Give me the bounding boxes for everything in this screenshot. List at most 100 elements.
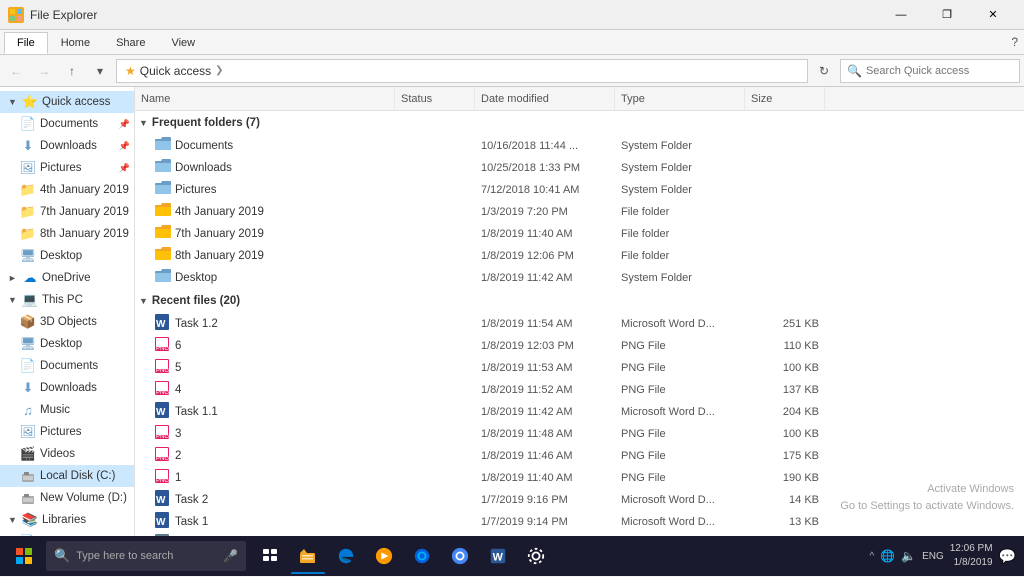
table-row[interactable]: PNG 1 1/8/2019 11:40 AM PNG File 190 KB bbox=[135, 467, 1024, 489]
file-icon bbox=[155, 181, 171, 198]
quick-access-icon: ⭐ bbox=[22, 94, 38, 110]
sidebar-item-jan4[interactable]: 📁 4th January 2019 bbox=[0, 179, 134, 201]
taskbar-network-icon[interactable]: 🌐 bbox=[880, 549, 895, 563]
taskbar-clock[interactable]: 12:06 PM 1/8/2019 bbox=[950, 542, 993, 570]
table-row[interactable]: Downloads 10/25/2018 1:33 PM System Fold… bbox=[135, 157, 1024, 179]
sidebar-item-jan8[interactable]: 📁 8th January 2019 bbox=[0, 223, 134, 245]
address-path[interactable]: ★ Quick access ❯ bbox=[116, 59, 808, 83]
refresh-button[interactable]: ↻ bbox=[812, 59, 836, 83]
minimize-button[interactable]: — bbox=[878, 0, 924, 30]
taskbar-search[interactable]: 🔍 Type here to search 🎤 bbox=[46, 541, 246, 571]
start-button[interactable] bbox=[4, 538, 44, 574]
table-row[interactable]: W Task 1.1 1/8/2019 11:42 AM Microsoft W… bbox=[135, 401, 1024, 423]
recent-locations-button[interactable]: ▾ bbox=[88, 59, 112, 83]
sidebar-item-3dobjects[interactable]: 📦 3D Objects bbox=[0, 311, 134, 333]
tab-view[interactable]: View bbox=[158, 32, 208, 54]
word-taskbar-button[interactable]: W bbox=[480, 538, 516, 574]
onedrive-chevron-icon: ► bbox=[8, 273, 18, 283]
sidebar-item-downloads-pc[interactable]: ⬇ Downloads bbox=[0, 377, 134, 399]
settings-taskbar-button[interactable] bbox=[518, 538, 554, 574]
table-row[interactable]: PNG 5 1/8/2019 11:53 AM PNG File 100 KB bbox=[135, 357, 1024, 379]
col-header-status[interactable]: Status bbox=[395, 87, 475, 110]
sidebar-item-localc[interactable]: Local Disk (C:) bbox=[0, 465, 134, 487]
table-row[interactable]: W Task 1.2 1/8/2019 11:54 AM Microsoft W… bbox=[135, 313, 1024, 335]
app-icon bbox=[8, 7, 24, 23]
section-recent[interactable]: ▼ Recent files (20) bbox=[135, 289, 1024, 313]
tab-home[interactable]: Home bbox=[48, 32, 103, 54]
chrome-taskbar-button[interactable] bbox=[442, 538, 478, 574]
sidebar-item-pictures-pc[interactable]: 🖼 Pictures bbox=[0, 421, 134, 443]
file-name: 1 bbox=[175, 472, 181, 484]
col-header-size[interactable]: Size bbox=[745, 87, 825, 110]
file-name: Task 1.1 bbox=[175, 406, 218, 418]
search-icon: 🔍 bbox=[847, 64, 862, 78]
tab-file[interactable]: File bbox=[4, 32, 48, 54]
section-frequent[interactable]: ▼ Frequent folders (7) bbox=[135, 111, 1024, 135]
col-header-type[interactable]: Type bbox=[615, 87, 745, 110]
taskbar-up-arrow[interactable]: ^ bbox=[869, 551, 874, 562]
sidebar-item-quick-access[interactable]: ▼ ⭐ Quick access bbox=[0, 91, 134, 113]
table-row[interactable]: PNG 4 1/8/2019 11:52 AM PNG File 137 KB bbox=[135, 379, 1024, 401]
notifications-icon[interactable]: 💬 bbox=[999, 548, 1016, 565]
file-type: File folder bbox=[615, 206, 745, 218]
sidebar-item-downloads[interactable]: ⬇ Downloads 📌 bbox=[0, 135, 134, 157]
firefox-taskbar-button[interactable] bbox=[404, 538, 440, 574]
table-row[interactable]: 4th January 2019 1/3/2019 7:20 PM File f… bbox=[135, 201, 1024, 223]
file-date: 1/3/2019 7:20 PM bbox=[475, 206, 615, 218]
taskbar-lang[interactable]: ENG bbox=[922, 551, 944, 562]
file-size: 175 KB bbox=[745, 450, 825, 462]
sidebar-item-newd[interactable]: New Volume (D:) bbox=[0, 487, 134, 509]
tab-share[interactable]: Share bbox=[103, 32, 158, 54]
table-row[interactable]: Pictures 7/12/2018 10:41 AM System Folde… bbox=[135, 179, 1024, 201]
clock-date: 1/8/2019 bbox=[950, 556, 993, 570]
sidebar-item-videos[interactable]: 🎬 Videos bbox=[0, 443, 134, 465]
sidebar-item-desktop-qa[interactable]: 🖥 Desktop bbox=[0, 245, 134, 267]
sidebar-item-desktop-pc[interactable]: 🖥 Desktop bbox=[0, 333, 134, 355]
table-row[interactable]: PNG 6 1/8/2019 12:03 PM PNG File 110 KB bbox=[135, 335, 1024, 357]
help-icon[interactable]: ? bbox=[1011, 35, 1018, 49]
table-row[interactable]: W Task 1 1/7/2019 9:14 PM Microsoft Word… bbox=[135, 511, 1024, 533]
clock-time: 12:06 PM bbox=[950, 542, 993, 556]
edge-taskbar-button[interactable] bbox=[328, 538, 364, 574]
forward-button[interactable]: → bbox=[32, 59, 56, 83]
fileexplorer-taskbar-button[interactable] bbox=[290, 538, 326, 574]
file-date: 1/8/2019 11:42 AM bbox=[475, 406, 615, 418]
col-header-date[interactable]: Date modified bbox=[475, 87, 615, 110]
up-button[interactable]: ↑ bbox=[60, 59, 84, 83]
file-type: Microsoft Word D... bbox=[615, 516, 745, 528]
file-type: PNG File bbox=[615, 450, 745, 462]
file-icon: PNG bbox=[155, 425, 171, 442]
sidebar-item-music[interactable]: ♫ Music bbox=[0, 399, 134, 421]
sidebar-item-thispc[interactable]: ▼ 💻 This PC bbox=[0, 289, 134, 311]
table-row[interactable]: Desktop 1/8/2019 11:42 AM System Folder bbox=[135, 267, 1024, 289]
back-button[interactable]: ← bbox=[4, 59, 28, 83]
taskbar-speaker-icon[interactable]: 🔈 bbox=[901, 549, 916, 563]
restore-button[interactable]: ❐ bbox=[924, 0, 970, 30]
col-header-name[interactable]: Name bbox=[135, 87, 395, 110]
file-date: 1/8/2019 11:42 AM bbox=[475, 272, 615, 284]
table-row[interactable]: PNG 3 1/8/2019 11:48 AM PNG File 100 KB bbox=[135, 423, 1024, 445]
close-button[interactable]: ✕ bbox=[970, 0, 1016, 30]
svg-text:PNG: PNG bbox=[156, 478, 169, 483]
table-row[interactable]: W Task 2 1/7/2019 9:16 PM Microsoft Word… bbox=[135, 489, 1024, 511]
sidebar-item-jan7[interactable]: 📁 7th January 2019 bbox=[0, 201, 134, 223]
sidebar-item-onedrive[interactable]: ► ☁ OneDrive bbox=[0, 267, 134, 289]
newd-icon bbox=[20, 490, 36, 506]
table-row[interactable]: PNG 2 1/8/2019 11:46 AM PNG File 175 KB bbox=[135, 445, 1024, 467]
music-icon: ♫ bbox=[20, 402, 36, 418]
sidebar-item-libraries[interactable]: ▼ 📚 Libraries bbox=[0, 509, 134, 531]
sidebar-item-documents-pc[interactable]: 📄 Documents bbox=[0, 355, 134, 377]
search-box[interactable]: 🔍 bbox=[840, 59, 1020, 83]
desktop-pc-icon: 🖥 bbox=[20, 336, 36, 352]
sidebar-item-documents[interactable]: 📄 Documents 📌 bbox=[0, 113, 134, 135]
taskview-button[interactable] bbox=[252, 538, 288, 574]
search-input[interactable] bbox=[866, 65, 1013, 77]
table-row[interactable]: 7th January 2019 1/8/2019 11:40 AM File … bbox=[135, 223, 1024, 245]
file-type: File folder bbox=[615, 250, 745, 262]
sidebar-item-pictures[interactable]: 🖼 Pictures 📌 bbox=[0, 157, 134, 179]
table-row[interactable]: Documents 10/16/2018 11:44 ... System Fo… bbox=[135, 135, 1024, 157]
file-name: 2 bbox=[175, 450, 181, 462]
vlc-taskbar-button[interactable] bbox=[366, 538, 402, 574]
file-type: PNG File bbox=[615, 340, 745, 352]
table-row[interactable]: 8th January 2019 1/8/2019 12:06 PM File … bbox=[135, 245, 1024, 267]
